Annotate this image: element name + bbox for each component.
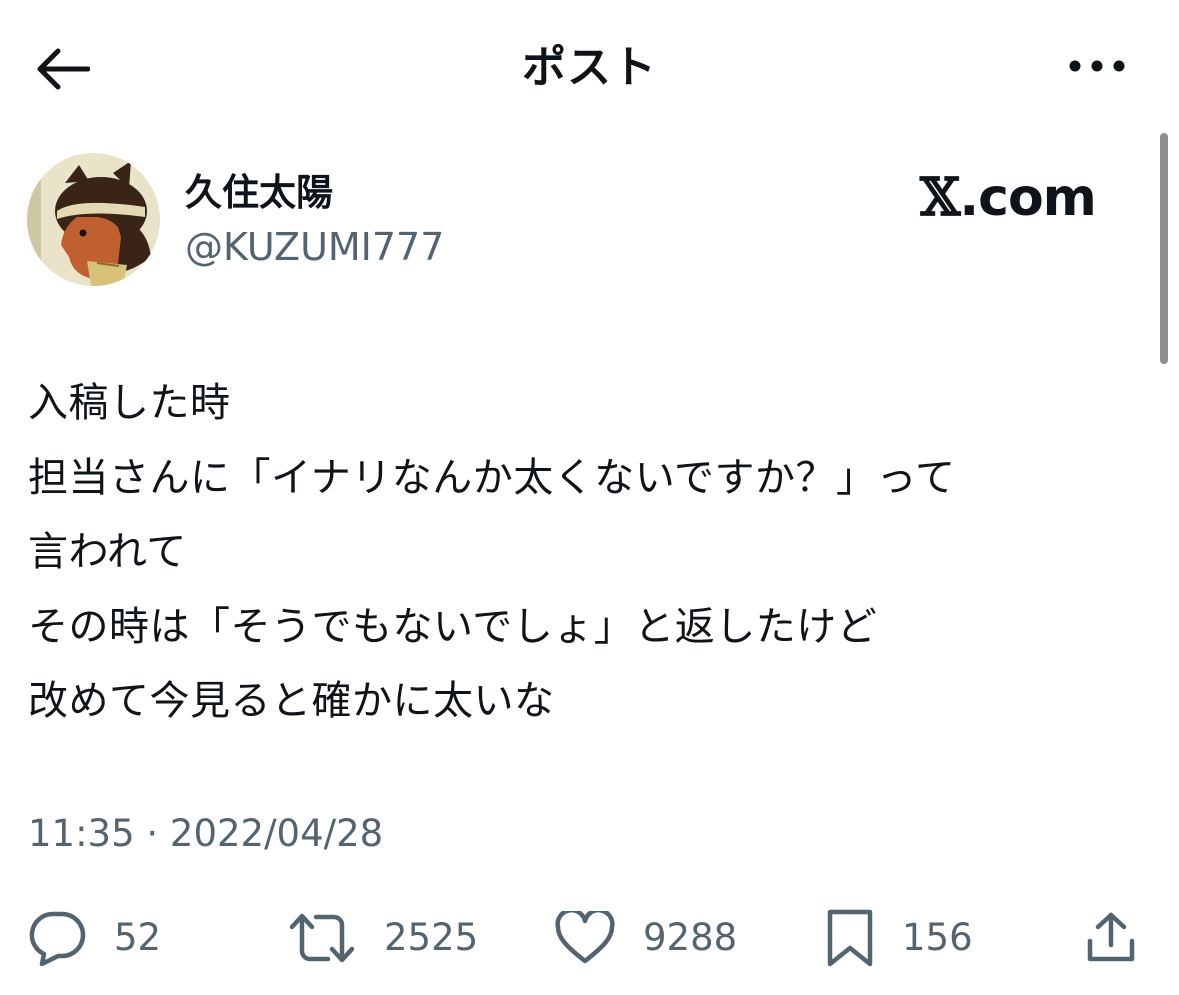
reply-count: 52 xyxy=(114,916,162,959)
more-options-button[interactable] xyxy=(1052,36,1142,96)
page-title: ポスト xyxy=(522,42,657,93)
x-com-watermark: 𝕏.com xyxy=(920,167,1097,229)
heart-icon xyxy=(555,911,615,964)
x-logo-mark: 𝕏 xyxy=(920,167,960,228)
bookmark-button[interactable]: 156 xyxy=(826,905,973,971)
post-text-line: 言われて xyxy=(28,529,187,575)
reply-button[interactable]: 52 xyxy=(28,905,161,971)
post-timestamp[interactable]: 11:35 · 2022/04/28 xyxy=(28,808,383,860)
repost-count: 2525 xyxy=(384,916,479,959)
bookmark-count: 156 xyxy=(902,916,973,959)
post-text-line: その時は「そうでもないでしょ」と返したけど xyxy=(28,603,878,650)
like-button[interactable]: 9288 xyxy=(555,905,737,971)
like-count: 9288 xyxy=(643,916,738,959)
author-handle[interactable]: @KUZUMI777 xyxy=(185,222,444,272)
share-upload-icon xyxy=(1087,912,1135,962)
post-text-line: 改めて今見ると確かに太いな xyxy=(28,678,555,724)
repost-button[interactable]: 2525 xyxy=(288,905,478,971)
more-horizontal-icon xyxy=(1069,60,1125,72)
post-text-line: 入稿した時 xyxy=(28,380,231,426)
reply-bubble-icon xyxy=(29,911,86,966)
repost-icon xyxy=(289,913,355,963)
post-text-line: 担当さんに「イナリなんか太くないですか？」って xyxy=(28,454,956,501)
author-display-name[interactable]: 久住太陽 xyxy=(185,168,333,218)
watermark-domain: .com xyxy=(959,168,1096,228)
scrollbar-thumb[interactable] xyxy=(1160,133,1168,364)
bookmark-icon xyxy=(827,909,873,967)
post-text: 入稿した時 担当さんに「イナリなんか太くないですか？」って 言われて その時は「… xyxy=(28,366,1158,739)
avatar-illustration xyxy=(27,153,160,286)
share-button[interactable] xyxy=(1086,905,1136,971)
avatar[interactable] xyxy=(27,153,160,286)
